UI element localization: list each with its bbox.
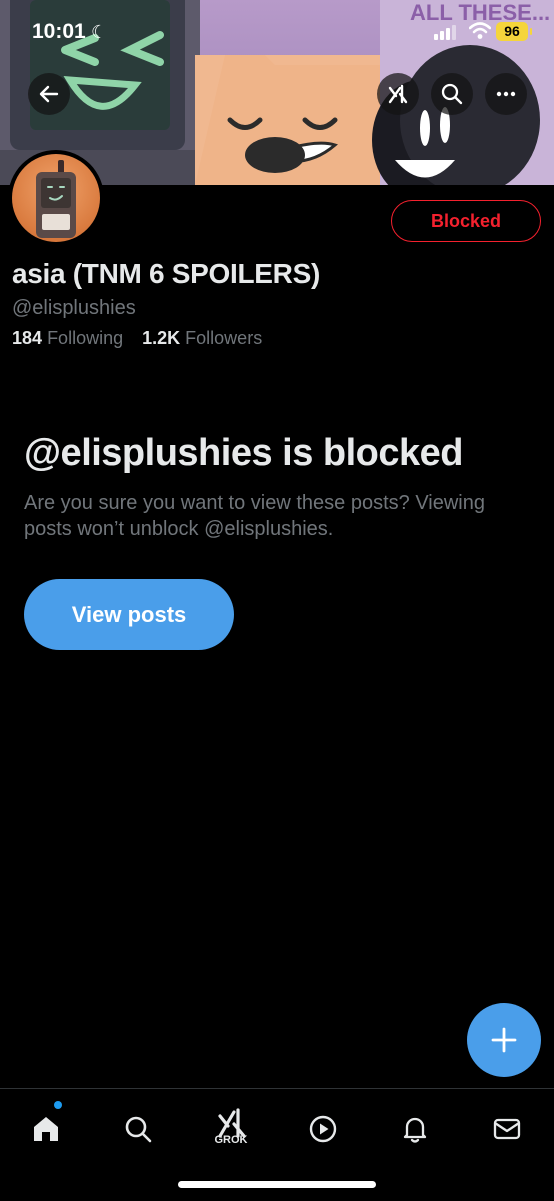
home-indicator: [178, 1181, 376, 1188]
battery-level: 96: [504, 23, 520, 39]
user-handle: @elisplushies: [12, 297, 136, 319]
followers-count: 1.2K: [142, 328, 181, 348]
search-icon: [441, 83, 463, 105]
status-time: 10:01: [32, 20, 86, 43]
display-name: asia (TNM 6 SPOILERS): [12, 258, 320, 289]
profile-stats: 184 Following 1.2K Followers: [12, 328, 276, 349]
avatar-image: [12, 154, 100, 242]
following-link[interactable]: 184 Following: [12, 328, 128, 348]
nav-video[interactable]: [299, 1105, 347, 1153]
moon-icon: ☾: [91, 22, 108, 42]
blocked-button[interactable]: Blocked: [391, 200, 541, 242]
grok-button[interactable]: [377, 73, 419, 115]
nav-messages[interactable]: [483, 1105, 531, 1153]
blocked-notice-body: Are you sure you want to view these post…: [24, 492, 485, 540]
signal-icon: [434, 25, 456, 40]
more-button[interactable]: [485, 73, 527, 115]
status-bar: 10:01 ☾ 96: [0, 0, 554, 62]
more-icon: [496, 91, 516, 97]
plus-icon: [491, 1027, 517, 1053]
grok-icon: [388, 84, 408, 104]
nav-grok-label: GROK: [214, 1134, 248, 1146]
search-icon: [125, 1116, 152, 1143]
blocked-notice-title: @elisplushies is blocked: [24, 432, 464, 474]
view-posts-button[interactable]: View posts: [24, 579, 234, 650]
battery-indicator: 96: [496, 22, 532, 41]
wifi-icon: [469, 22, 491, 39]
avatar[interactable]: [8, 150, 104, 246]
nav-home[interactable]: [22, 1105, 70, 1153]
compose-button[interactable]: [467, 1003, 541, 1077]
home-icon: [34, 1117, 58, 1141]
followers-link[interactable]: 1.2K Followers: [142, 328, 262, 348]
following-label: Following: [47, 328, 124, 348]
bell-icon: [403, 1117, 427, 1143]
mail-icon: [493, 1118, 521, 1140]
nav-notifications[interactable]: [391, 1105, 439, 1153]
back-button[interactable]: [28, 73, 70, 115]
search-button[interactable]: [431, 73, 473, 115]
nav-search[interactable]: [114, 1105, 162, 1153]
following-count: 184: [12, 328, 43, 348]
arrow-left-icon: [39, 85, 59, 103]
play-circle-icon: [309, 1115, 337, 1143]
followers-label: Followers: [185, 328, 263, 348]
home-notification-dot: [54, 1101, 62, 1109]
